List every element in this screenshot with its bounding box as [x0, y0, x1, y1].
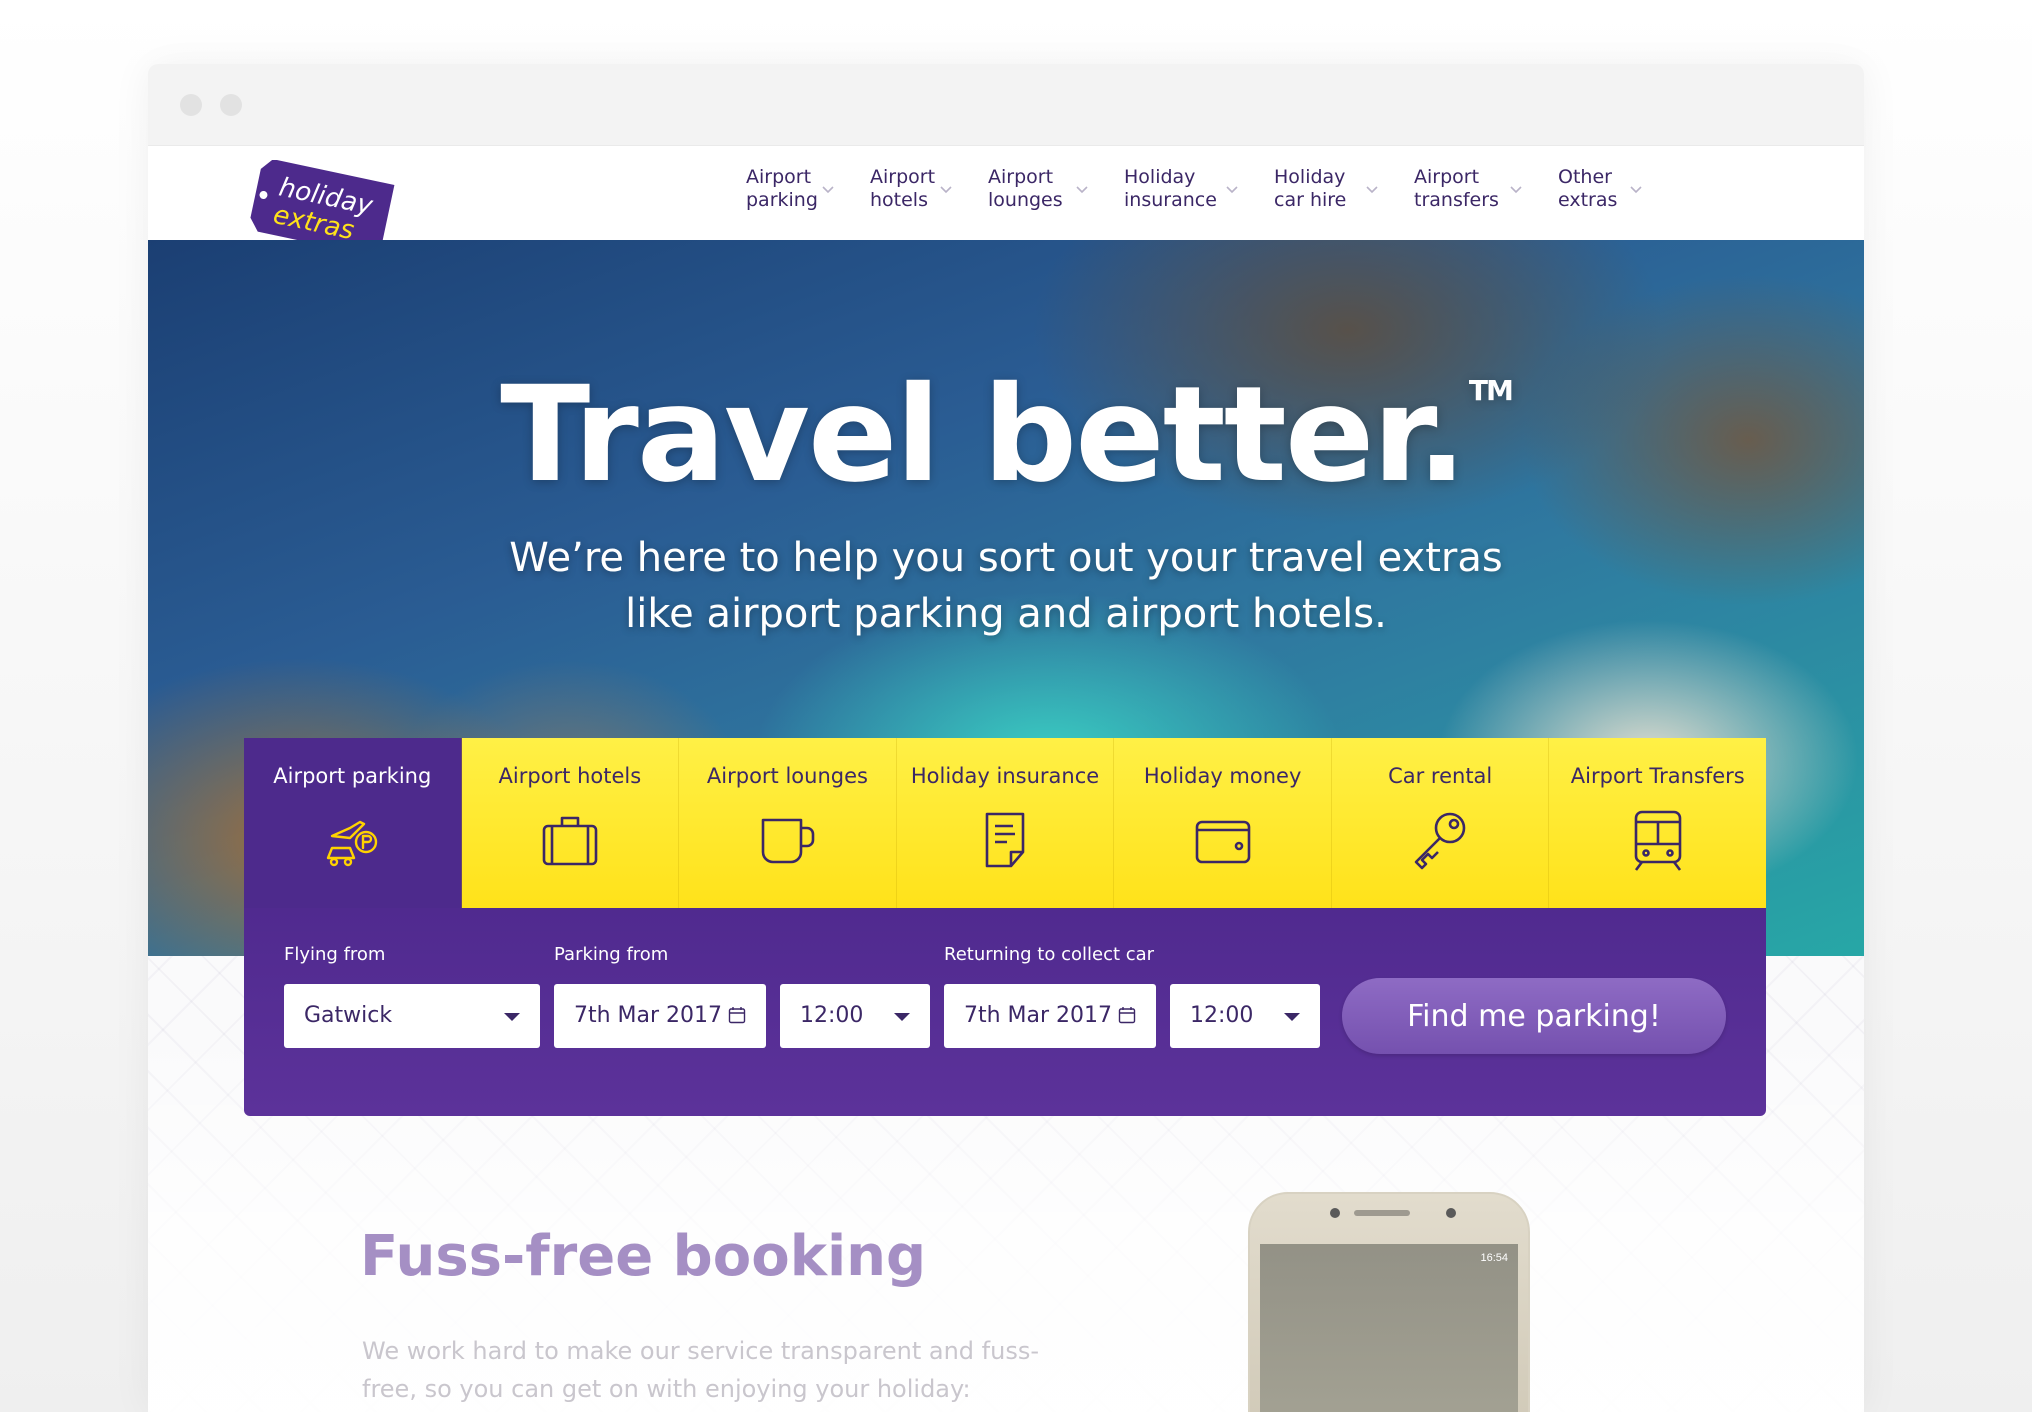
parking-car-icon [327, 820, 378, 867]
nav-other-extras[interactable]: Other extras [1558, 166, 1644, 212]
parking-date-field[interactable]: 7th Mar 2017 [554, 984, 766, 1048]
wallet-icon [1195, 820, 1250, 864]
nav-airport-parking[interactable]: Airport parking [746, 166, 836, 212]
chevron-down-icon [1510, 186, 1522, 194]
site-header: holiday extras Airport parking Airport h… [148, 146, 1864, 256]
chevron-down-icon [1630, 186, 1642, 194]
tab-label: Airport hotels [498, 764, 642, 788]
tab-airport-parking[interactable]: Airport parking [244, 738, 462, 908]
section-title: Fuss-free booking [360, 1224, 927, 1289]
section-text: We work hard to make our service transpa… [362, 1337, 1039, 1403]
parking-time-value: 12:00 [800, 1003, 864, 1028]
phone-mockup: 16:54 [1248, 1192, 1530, 1412]
tab-holiday-money[interactable]: Holiday money [1114, 738, 1332, 908]
phone-camera [1330, 1208, 1340, 1218]
browser-chrome [148, 64, 1864, 146]
parking-search-form: Flying from Gatwick Parking from 7th Mar… [244, 908, 1766, 1116]
tab-label: Airport parking [273, 764, 432, 788]
phone-screen [1260, 1244, 1518, 1412]
nav-airport-lounges[interactable]: Airport lounges [988, 166, 1090, 212]
hero-subtitle: We’re here to help you sort out your tra… [509, 535, 1503, 637]
phone-sensor [1446, 1208, 1456, 1218]
return-time-select[interactable]: 12:00 [1170, 984, 1320, 1048]
flying-from-label: Flying from [284, 944, 386, 965]
return-time-value: 12:00 [1190, 1003, 1254, 1028]
tab-holiday-insurance[interactable]: Holiday insurance [896, 738, 1115, 908]
tab-label: Car rental [1388, 764, 1493, 788]
tab-airport-lounges[interactable]: Airport lounges [679, 738, 897, 908]
tab-label: Holiday money [1143, 764, 1302, 788]
parking-from-label: Parking from [554, 944, 669, 965]
cup-icon [762, 818, 815, 864]
chevron-down-icon [1076, 186, 1088, 194]
suitcase-icon [542, 816, 598, 866]
return-date-value: 7th Mar 2017 [964, 1003, 1113, 1028]
chevron-down-icon [1366, 186, 1378, 194]
return-date-field[interactable]: 7th Mar 2017 [944, 984, 1156, 1048]
tab-label: Holiday insurance [910, 764, 1100, 788]
tab-car-rental[interactable]: Car rental [1331, 738, 1550, 908]
trademark: TM [1468, 374, 1514, 407]
returning-label: Returning to collect car [944, 944, 1155, 965]
train-icon [1634, 810, 1682, 871]
calendar-icon [728, 1007, 746, 1024]
flying-from-select[interactable]: Gatwick [284, 984, 540, 1048]
nav-airport-hotels[interactable]: Airport hotels [870, 166, 954, 212]
parking-time-select[interactable]: 12:00 [780, 984, 930, 1048]
main-nav: Airport parking Airport hotels Airport l… [746, 166, 1678, 212]
tab-airport-transfers[interactable]: Airport Transfers [1549, 738, 1767, 908]
tab-label: Airport Transfers [1570, 764, 1745, 788]
key-icon [1414, 812, 1466, 870]
tab-airport-hotels[interactable]: Airport hotels [461, 738, 680, 908]
flying-from-value: Gatwick [304, 1003, 393, 1028]
dropdown-caret-icon [894, 1013, 910, 1021]
dropdown-caret-icon [504, 1013, 520, 1021]
nav-holiday-insurance[interactable]: Holiday insurance [1124, 166, 1240, 212]
find-parking-button[interactable]: Find me parking! [1342, 978, 1726, 1054]
calendar-icon [1118, 1007, 1136, 1024]
document-icon [985, 812, 1025, 868]
phone-status-time: 16:54 [1480, 1252, 1508, 1264]
chevron-down-icon [1226, 186, 1238, 194]
chevron-down-icon [822, 186, 834, 194]
tab-label: Airport lounges [706, 764, 868, 788]
dropdown-caret-icon [1284, 1013, 1300, 1021]
window-minimize-dot[interactable] [220, 94, 242, 116]
phone-speaker [1354, 1210, 1410, 1216]
chevron-down-icon [940, 186, 952, 194]
hero-title: Travel better. TM [500, 358, 1514, 512]
search-widget: Airport parking Airport hotels Airport l… [244, 738, 1767, 1116]
nav-airport-transfers[interactable]: Airport transfers [1414, 166, 1524, 212]
parking-date-value: 7th Mar 2017 [574, 1003, 723, 1028]
window-close-dot[interactable] [180, 94, 202, 116]
nav-holiday-car-hire[interactable]: Holiday car hire [1274, 166, 1380, 212]
product-tabs: Airport parking Airport hotels Airport l… [244, 738, 1767, 908]
